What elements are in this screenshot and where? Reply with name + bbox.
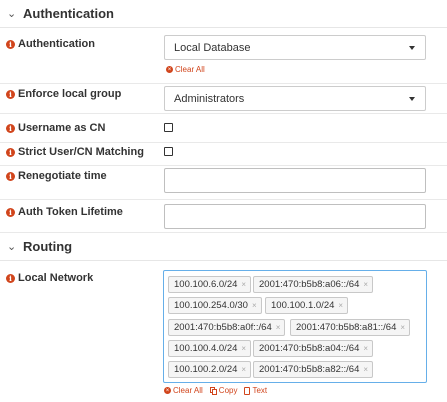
clear-icon: × <box>166 66 173 73</box>
info-icon[interactable]: i <box>6 123 15 133</box>
username-as-cn-checkbox[interactable] <box>164 123 173 132</box>
copy-link[interactable]: Copy <box>209 386 237 395</box>
tag[interactable]: 100.100.254.0/30 × <box>168 297 262 314</box>
row-username-as-cn: i Username as CN <box>0 114 447 143</box>
clear-all-link[interactable]: × Clear All <box>164 386 203 395</box>
section-header-authentication[interactable]: ⌄ Authentication <box>0 0 447 28</box>
row-enforce-local-group: i Enforce local group Administrators <box>0 84 447 114</box>
field-label: i Renegotiate time <box>6 170 107 182</box>
tag-remove-icon[interactable]: × <box>363 280 368 289</box>
info-icon[interactable]: i <box>6 207 15 217</box>
info-icon[interactable]: i <box>6 171 15 181</box>
info-icon[interactable]: i <box>6 39 15 49</box>
section-title: Routing <box>23 239 73 254</box>
document-icon <box>244 386 251 395</box>
field-label: i Strict User/CN Matching <box>6 146 144 158</box>
tag[interactable]: 100.100.4.0/24 × <box>168 340 252 357</box>
auth-token-lifetime-input[interactable] <box>164 204 426 229</box>
tag-remove-icon[interactable]: × <box>338 301 343 310</box>
row-auth-token-lifetime: i Auth Token Lifetime <box>0 200 447 233</box>
tag[interactable]: 100.100.1.0/24 × <box>265 297 349 314</box>
tag-remove-icon[interactable]: × <box>363 344 368 353</box>
clear-icon: × <box>164 387 171 394</box>
tag[interactable]: 2001:470:b5b8:a82::/64 × <box>253 361 374 378</box>
field-label: i Enforce local group <box>6 88 121 100</box>
tag[interactable]: 2001:470:b5b8:a81::/64 × <box>290 319 411 336</box>
tag-remove-icon[interactable]: × <box>241 344 246 353</box>
tag[interactable]: 100.100.2.0/24 × <box>168 361 252 378</box>
row-strict-user-cn: i Strict User/CN Matching <box>0 143 447 166</box>
tag-actions: × Clear All Copy Text <box>164 386 267 395</box>
section-header-routing[interactable]: ⌄ Routing <box>0 233 447 261</box>
tag-remove-icon[interactable]: × <box>252 301 257 310</box>
tag-remove-icon[interactable]: × <box>241 280 246 289</box>
caret-down-icon <box>409 46 415 50</box>
tag-remove-icon[interactable]: × <box>241 365 246 374</box>
row-authentication: i Authentication Local Database × Clear … <box>0 28 447 84</box>
chevron-down-icon: ⌄ <box>7 8 17 20</box>
strict-user-cn-checkbox[interactable] <box>164 147 173 156</box>
section-title: Authentication <box>23 6 114 21</box>
copy-icon <box>209 386 217 395</box>
authentication-select[interactable]: Local Database <box>164 35 426 60</box>
tag-remove-icon[interactable]: × <box>400 323 405 332</box>
tag[interactable]: 100.100.6.0/24 × <box>168 276 252 293</box>
tag-remove-icon[interactable]: × <box>363 365 368 374</box>
clear-all-link[interactable]: × Clear All <box>166 65 205 74</box>
info-icon[interactable]: i <box>6 273 15 283</box>
field-label: i Authentication <box>6 38 95 50</box>
tag[interactable]: 2001:470:b5b8:a04::/64 × <box>253 340 374 357</box>
tag[interactable]: 2001:470:b5b8:a06::/64 × <box>253 276 374 293</box>
tag-remove-icon[interactable]: × <box>276 323 281 332</box>
text-link[interactable]: Text <box>244 386 267 395</box>
local-network-tag-input[interactable]: 100.100.6.0/24 × 2001:470:b5b8:a06::/64 … <box>163 270 427 383</box>
renegotiate-time-input[interactable] <box>164 168 426 193</box>
tag[interactable]: 2001:470:b5b8:a0f::/64 × <box>168 319 286 336</box>
field-label: i Auth Token Lifetime <box>6 206 123 218</box>
row-renegotiate-time: i Renegotiate time <box>0 166 447 200</box>
field-label: i Username as CN <box>6 122 105 134</box>
info-icon[interactable]: i <box>6 147 15 157</box>
field-label-local-network: i Local Network <box>6 272 93 284</box>
chevron-down-icon: ⌄ <box>7 241 17 253</box>
caret-down-icon <box>409 97 415 101</box>
enforce-local-group-select[interactable]: Administrators <box>164 86 426 111</box>
info-icon[interactable]: i <box>6 89 15 99</box>
